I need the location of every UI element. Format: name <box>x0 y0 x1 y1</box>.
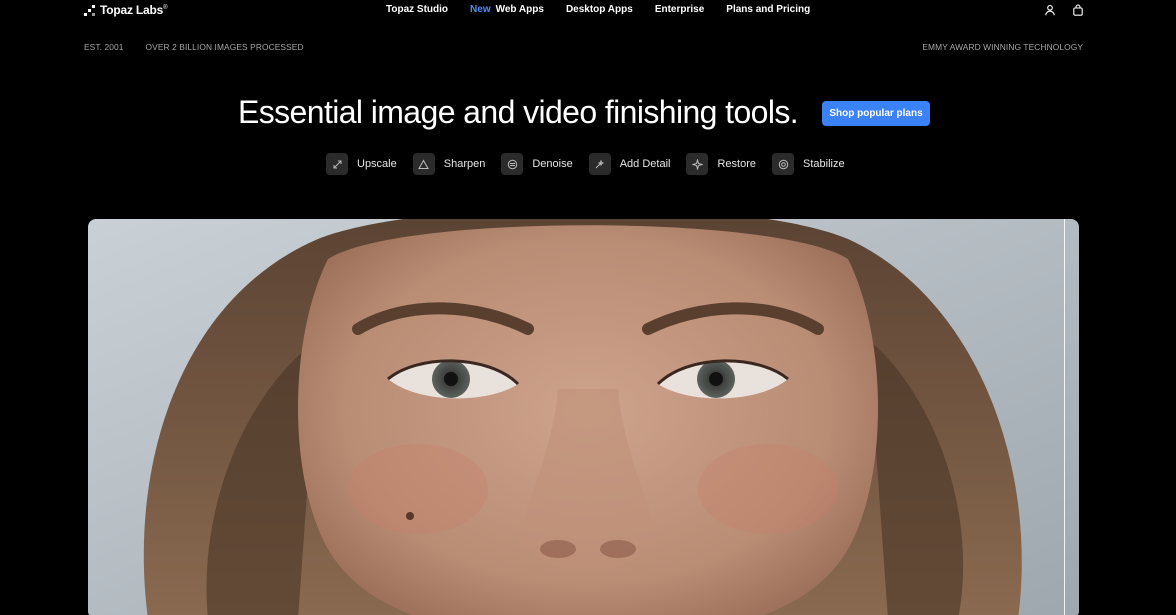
nav-web-apps-label: Web Apps <box>495 4 544 15</box>
user-icon[interactable] <box>1044 3 1056 16</box>
images-processed-text: OVER 2 BILLION IMAGES PROCESSED <box>145 42 304 52</box>
topaz-logo-icon <box>84 4 95 16</box>
nav-desktop-apps[interactable]: Desktop Apps <box>566 4 633 15</box>
main-nav: Topaz Studio New Web Apps Desktop Apps En… <box>386 4 810 15</box>
tool-label: Upscale <box>357 158 397 170</box>
tool-upscale[interactable]: Upscale <box>326 153 397 175</box>
tool-add-detail[interactable]: Add Detail <box>588 153 671 175</box>
shop-plans-button[interactable]: Shop popular plans <box>822 101 930 126</box>
sharpen-icon <box>412 153 435 175</box>
new-badge: New <box>470 4 491 15</box>
tool-label: Denoise <box>532 158 573 170</box>
established-text: EST. 2001 <box>84 42 124 52</box>
stabilize-icon <box>772 153 794 175</box>
nav-plans-pricing[interactable]: Plans and Pricing <box>726 4 810 15</box>
tool-label: Restore <box>717 158 756 170</box>
tool-sharpen[interactable]: Sharpen <box>412 153 486 175</box>
tool-denoise[interactable]: Denoise <box>501 153 573 175</box>
tool-list: Upscale Sharpen Denoise Add Detail Resto… <box>326 153 861 175</box>
brand-logo[interactable]: Topaz Labs® <box>84 3 168 17</box>
add-detail-icon <box>588 153 611 175</box>
hero-portrait-image <box>88 219 1079 615</box>
comparison-divider-handle[interactable] <box>1064 219 1065 615</box>
upscale-icon <box>326 153 348 175</box>
nav-topaz-studio[interactable]: Topaz Studio <box>386 4 448 15</box>
award-text: EMMY AWARD WINNING TECHNOLOGY <box>922 42 1083 52</box>
tool-label: Sharpen <box>443 158 486 170</box>
denoise-icon <box>501 153 524 175</box>
nav-web-apps[interactable]: New Web Apps <box>470 4 544 15</box>
nav-enterprise[interactable]: Enterprise <box>655 4 704 15</box>
nav-icon-group <box>1044 3 1084 16</box>
tool-stabilize[interactable]: Stabilize <box>772 153 845 175</box>
restore-icon <box>686 153 709 175</box>
portrait-illustration <box>88 219 1079 615</box>
tool-label: Stabilize <box>803 158 845 170</box>
top-navigation: Topaz Labs® Topaz Studio New Web Apps Des… <box>0 0 1176 22</box>
tool-label: Add Detail <box>619 158 671 170</box>
tool-restore[interactable]: Restore <box>686 153 756 175</box>
cart-icon[interactable] <box>1072 3 1084 16</box>
brand-name: Topaz Labs® <box>100 3 168 17</box>
hero-title: Essential image and video finishing tool… <box>238 94 799 130</box>
